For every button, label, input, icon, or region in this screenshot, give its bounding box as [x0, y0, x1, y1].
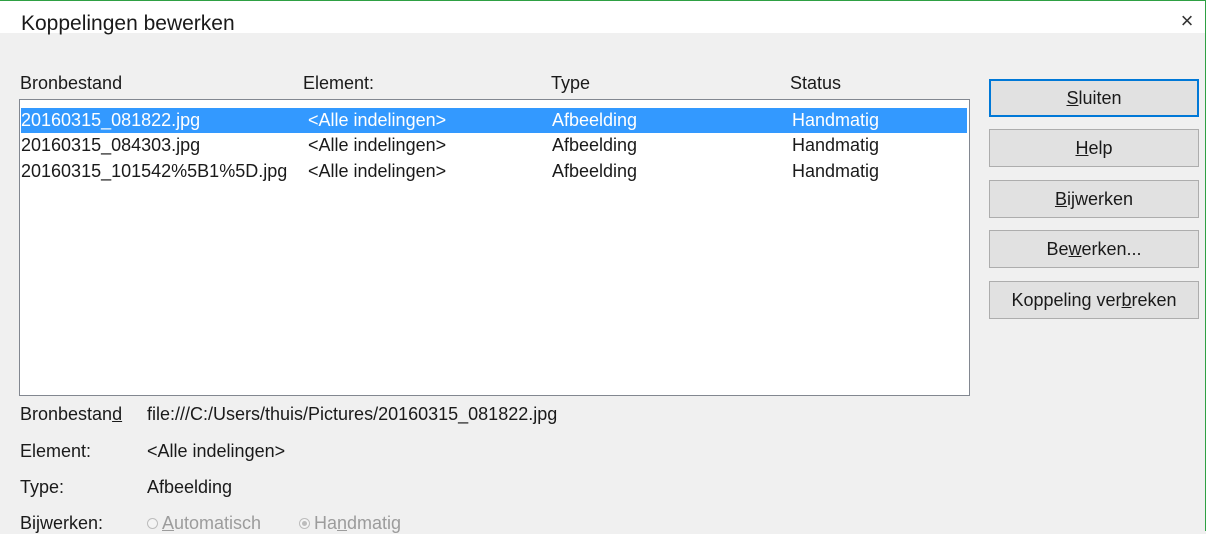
dialog-title: Koppelingen bewerken	[21, 12, 235, 35]
radio-automatic-indicator	[147, 517, 158, 529]
source-value: file:///C:/Users/thuis/Pictures/20160315…	[147, 404, 558, 424]
row-status: Handmatig	[792, 110, 880, 130]
row-source: 20160315_081822.jpg	[21, 110, 201, 130]
edit-button-label-post: erken...	[1081, 239, 1142, 259]
close-icon[interactable]: ×	[1170, 6, 1204, 36]
break-link-button[interactable]: Koppeling verbreken	[989, 281, 1199, 319]
links-list[interactable]: 20160315_081822.jpg <Alle indelingen> Af…	[19, 99, 970, 396]
radio-manual-indicator	[299, 517, 310, 529]
update-button-mnemonic: B	[1054, 189, 1067, 209]
row-status: Handmatig	[792, 135, 880, 155]
edit-button-mnemonic: w	[1068, 239, 1082, 259]
edit-button-label-pre: Be	[1046, 239, 1069, 259]
element-label: Element:	[20, 441, 92, 461]
update-button-label-post: ijwerken	[1066, 189, 1134, 209]
source-label-mnemonic: d	[112, 404, 123, 424]
close-button[interactable]: Sluiten	[989, 79, 1199, 117]
row-type: Afbeelding	[552, 161, 638, 181]
edit-button[interactable]: Bewerken...	[989, 230, 1199, 268]
close-button-mnemonic: S	[1066, 88, 1079, 108]
radio-manual-label-pre: Ha	[314, 513, 338, 533]
type-value: Afbeelding	[147, 477, 233, 497]
title-bar: Koppelingen bewerken ×	[0, 1, 1205, 36]
help-button[interactable]: Help	[989, 129, 1199, 167]
table-row[interactable]: 20160315_084303.jpg <Alle indelingen> Af…	[21, 133, 967, 158]
break-link-button-label-pre: Koppeling ver	[1011, 290, 1122, 310]
break-link-button-label-post: reken	[1131, 290, 1177, 310]
row-type: Afbeelding	[552, 135, 638, 155]
help-button-label-post: elp	[1088, 138, 1113, 158]
type-label: Type:	[20, 477, 65, 497]
row-status: Handmatig	[792, 161, 880, 181]
break-link-button-mnemonic: b	[1121, 290, 1132, 310]
row-element: <Alle indelingen>	[308, 161, 447, 181]
help-button-mnemonic: H	[1075, 138, 1089, 158]
row-source: 20160315_101542%5B1%5D.jpg	[21, 161, 288, 181]
table-row[interactable]: 20160315_081822.jpg <Alle indelingen> Af…	[21, 108, 967, 133]
radio-manual-label-post: dmatig	[347, 513, 402, 533]
row-element: <Alle indelingen>	[308, 135, 447, 155]
radio-automatic-label-post: utomatisch	[174, 513, 262, 533]
column-header-status[interactable]: Status	[790, 73, 841, 94]
close-button-label-post: luiten	[1078, 88, 1122, 108]
column-header-source[interactable]: Bronbestand	[20, 73, 122, 94]
update-button[interactable]: Bijwerken	[989, 180, 1199, 218]
row-source: 20160315_084303.jpg	[21, 135, 201, 155]
row-element: <Alle indelingen>	[308, 110, 447, 130]
element-value: <Alle indelingen>	[147, 441, 286, 461]
column-header-type[interactable]: Type	[551, 73, 590, 94]
source-label: Bronbestand	[20, 404, 122, 425]
radio-manual-mnemonic: n	[337, 513, 348, 533]
column-header-element[interactable]: Element:	[303, 73, 374, 94]
radio-automatic-mnemonic: A	[162, 513, 175, 533]
edit-links-dialog: Koppelingen bewerken × Bronbestand Eleme…	[0, 0, 1206, 533]
table-row[interactable]: 20160315_101542%5B1%5D.jpg <Alle indelin…	[21, 159, 967, 184]
row-type: Afbeelding	[552, 110, 638, 130]
source-label-text: Bronbestan	[20, 404, 113, 424]
